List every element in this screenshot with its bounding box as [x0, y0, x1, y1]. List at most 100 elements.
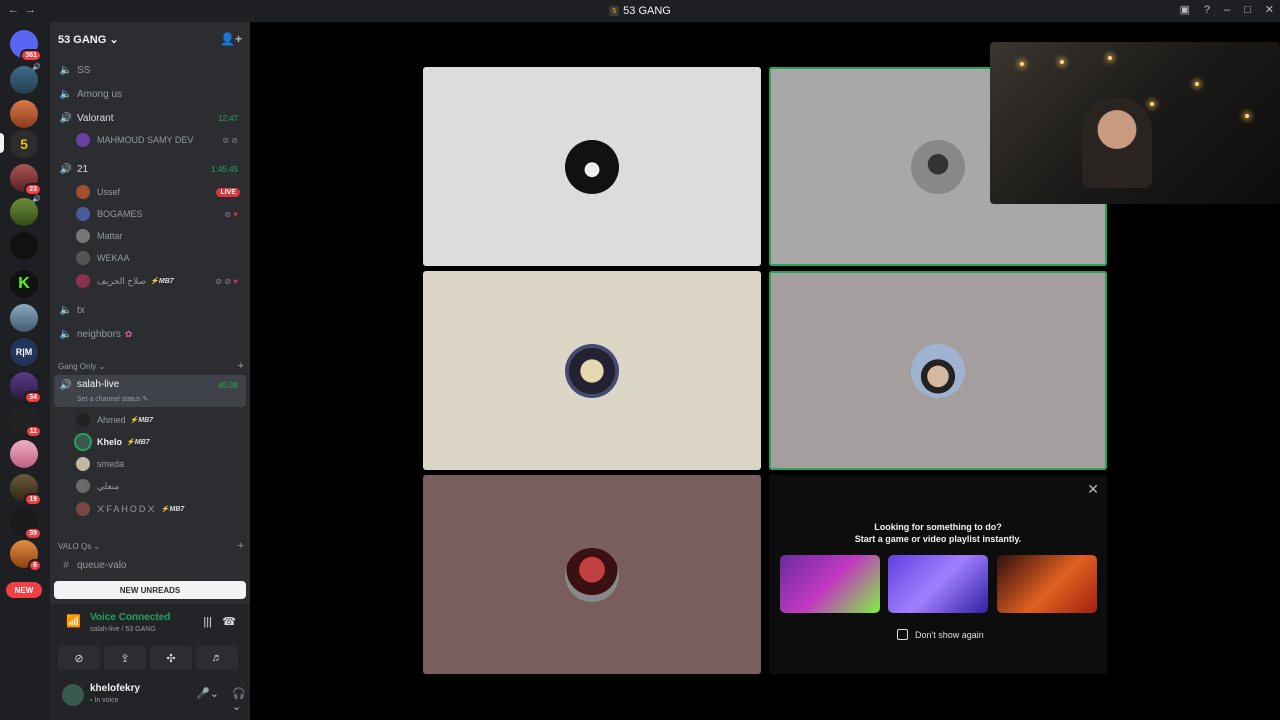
screen-share-button[interactable]: ⇪	[104, 646, 146, 670]
server-icon[interactable]: 23	[10, 164, 42, 196]
avatar[interactable]	[62, 684, 84, 706]
server-icon-53gang[interactable]: 5	[10, 130, 38, 158]
back-icon[interactable]: ←	[8, 4, 25, 16]
server-icon[interactable]: 🔊	[10, 64, 41, 94]
chevron-down-icon: ⌄	[93, 541, 101, 551]
server-icon[interactable]: 34	[10, 372, 42, 404]
mic-icon[interactable]: 🎤⌄	[196, 687, 219, 700]
participant-tile[interactable]	[423, 475, 761, 674]
channel-valorant[interactable]: 🔊 Valorant 12:47	[54, 107, 246, 129]
server-icon[interactable]: 6	[10, 540, 42, 572]
channel-ss[interactable]: 🔈 SS	[54, 59, 246, 81]
server-header[interactable]: 53 GANG ⌄ 👤+	[50, 22, 250, 56]
webcam-overlay	[990, 42, 1280, 204]
voice-status[interactable]: Voice Connected	[90, 612, 170, 623]
title-bar: ←→ 5 53 GANG ▣ ? – □ ✕	[0, 0, 1280, 22]
soundboard-icon: ♬	[211, 652, 223, 664]
speaker-icon: 🔊	[59, 163, 73, 175]
game-valorant-masters[interactable]	[780, 555, 880, 613]
speaker-icon: 🔈	[59, 328, 73, 340]
participant-tile[interactable]	[423, 271, 761, 470]
streamer	[1082, 98, 1152, 188]
plus-icon[interactable]: +	[238, 360, 244, 372]
channel-21[interactable]: 🔊 21 1:45:45	[54, 158, 246, 180]
voice-user[interactable]: Ussef LIVE	[76, 182, 246, 202]
maximize-button[interactable]: □	[1244, 4, 1251, 16]
chevron-down-icon: ⌄	[109, 33, 119, 46]
voice-user[interactable]: منعلي	[76, 476, 246, 496]
flower-icon: ✿	[124, 328, 133, 339]
plus-icon[interactable]: +	[238, 540, 244, 552]
hashtag-icon: #	[63, 559, 69, 571]
speaker-icon: 🔈	[59, 304, 73, 316]
server-icon-kick[interactable]: K	[10, 270, 38, 298]
voice-user[interactable]: Mattar	[76, 226, 246, 246]
home-button[interactable]: 361	[10, 30, 42, 62]
server-icon[interactable]	[10, 100, 38, 128]
minimize-button[interactable]: –	[1224, 4, 1230, 16]
channel-queue-valo[interactable]: # queue-valo	[54, 554, 246, 576]
avatar	[911, 139, 965, 194]
headphones-icon[interactable]: 🎧⌄	[232, 687, 250, 713]
inbox-icon[interactable]: ▣	[1179, 3, 1189, 16]
server-icon[interactable]	[10, 440, 38, 468]
voice-user-self[interactable]: Khelo ⚡MB7	[76, 432, 246, 452]
avatar	[565, 547, 619, 602]
mute-deafen-icon: ⊘ ⊘ ♥	[215, 276, 238, 286]
camera-button[interactable]: ⊘	[58, 646, 100, 670]
channel-neighbors[interactable]: 🔈 neighbors ✿	[54, 323, 246, 345]
channel-status[interactable]: Set a channel status ✎	[77, 395, 148, 403]
voice-user[interactable]: MAHMOUD SAMY DEV ⊘ ⊘	[76, 130, 246, 150]
close-button[interactable]: ✕	[1265, 3, 1274, 16]
channel-tx[interactable]: 🔈 tx	[54, 299, 246, 321]
new-badge[interactable]: NEW	[6, 582, 42, 598]
avatar	[76, 207, 90, 221]
pencil-icon: ✎	[142, 396, 149, 403]
avatar	[76, 435, 90, 449]
connection-icon[interactable]: 📶	[66, 614, 81, 628]
user-panel: khelofekry ▪ In voice 🎤⌄ 🎧⌄ ⚙	[50, 674, 280, 720]
server-icon[interactable]: 11	[10, 406, 42, 438]
nav-arrows[interactable]: ←→	[8, 4, 42, 16]
voice-user[interactable]: WEKAA	[76, 248, 246, 268]
category-valo-qs[interactable]: VALO Qs ⌄ +	[58, 540, 244, 552]
server-icon[interactable]: 19	[10, 474, 42, 506]
window-title: 5 53 GANG	[609, 5, 671, 17]
voice-user[interactable]: صلاح الحريف ⚡MB7 ⊘ ⊘ ♥	[76, 271, 246, 291]
participant-tile[interactable]	[769, 271, 1107, 470]
category-gang-only[interactable]: Gang Only ⌄ +	[58, 360, 244, 372]
voice-user[interactable]: smeda	[76, 454, 246, 474]
noise-icon[interactable]: |||	[203, 616, 212, 628]
soundboard-button[interactable]: ♬	[196, 646, 238, 670]
dont-show-again-checkbox[interactable]: Don't show again	[897, 629, 984, 640]
voice-user[interactable]: ᙭FAHOD᙭ ⚡MB7	[76, 499, 246, 519]
checkbox[interactable]	[897, 629, 908, 640]
speaker-icon: 🔊	[59, 379, 73, 391]
screen-share-icon: ⇪	[120, 652, 130, 665]
invite-icon[interactable]: 👤+	[220, 32, 242, 46]
help-icon[interactable]: ?	[1204, 4, 1210, 16]
activities-button[interactable]: ✣	[150, 646, 192, 670]
game-scream[interactable]	[997, 555, 1097, 613]
server-icon[interactable]	[10, 232, 38, 260]
voice-user[interactable]: BOGAMES ⊘ ♥	[76, 204, 246, 224]
game-nitro-control[interactable]	[888, 555, 988, 613]
server-icon[interactable]: 39	[10, 508, 42, 540]
server-icon[interactable]: R|M	[10, 338, 38, 366]
speaker-icon: 🔈	[59, 88, 73, 100]
avatar	[76, 457, 90, 471]
avatar	[565, 139, 619, 194]
server-icon[interactable]	[10, 304, 38, 332]
new-unreads-button[interactable]: NEW UNREADS	[54, 581, 246, 599]
channel-among-us[interactable]: 🔈 Among us	[54, 83, 246, 105]
hangup-icon[interactable]: ☎	[222, 615, 236, 628]
server-icon[interactable]: 🔊	[10, 196, 41, 226]
forward-icon[interactable]: →	[25, 4, 42, 16]
participant-tile[interactable]	[423, 67, 761, 266]
voice-location[interactable]: salah-live / 53 GANG	[90, 626, 156, 633]
voice-user[interactable]: Ahmed ⚡MB7	[76, 410, 246, 430]
speaker-icon: 🔊	[32, 196, 41, 203]
close-icon[interactable]: ✕	[1087, 481, 1099, 498]
channel-salah-live[interactable]: 🔊 salah-live 45:09 Set a channel status ✎	[54, 375, 246, 407]
avatar	[76, 133, 90, 147]
